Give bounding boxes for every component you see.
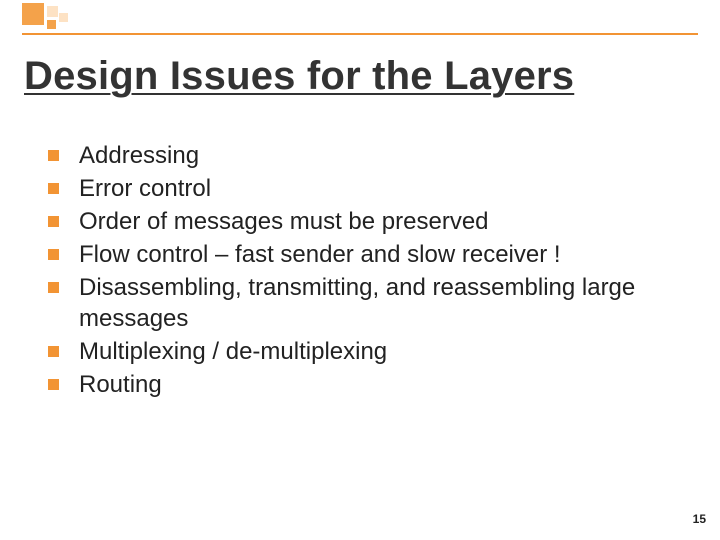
list-item-text: Addressing: [79, 140, 199, 171]
list-item: Addressing: [48, 140, 668, 171]
slide-title: Design Issues for the Layers: [24, 54, 574, 99]
deco-square-small: [59, 13, 68, 22]
list-item: Disassembling, transmitting, and reassem…: [48, 272, 668, 334]
deco-square-small: [47, 6, 58, 17]
bullet-icon: [48, 379, 59, 390]
list-item-text: Error control: [79, 173, 211, 204]
deco-square-large: [22, 3, 44, 25]
list-item-text: Routing: [79, 369, 162, 400]
bullet-icon: [48, 183, 59, 194]
bullet-list: Addressing Error control Order of messag…: [48, 140, 668, 402]
page-number: 15: [693, 512, 706, 526]
header-decoration: [0, 0, 720, 38]
slide: Design Issues for the Layers Addressing …: [0, 0, 720, 540]
bullet-icon: [48, 346, 59, 357]
header-rule: [22, 33, 698, 35]
bullet-icon: [48, 150, 59, 161]
deco-square-small: [47, 20, 56, 29]
list-item: Multiplexing / de-multiplexing: [48, 336, 668, 367]
list-item: Order of messages must be preserved: [48, 206, 668, 237]
list-item: Flow control – fast sender and slow rece…: [48, 239, 668, 270]
bullet-icon: [48, 216, 59, 227]
list-item-text: Multiplexing / de-multiplexing: [79, 336, 387, 367]
list-item-text: Flow control – fast sender and slow rece…: [79, 239, 561, 270]
list-item-text: Disassembling, transmitting, and reassem…: [79, 272, 668, 334]
list-item: Routing: [48, 369, 668, 400]
bullet-icon: [48, 249, 59, 260]
list-item-text: Order of messages must be preserved: [79, 206, 489, 237]
list-item: Error control: [48, 173, 668, 204]
bullet-icon: [48, 282, 59, 293]
